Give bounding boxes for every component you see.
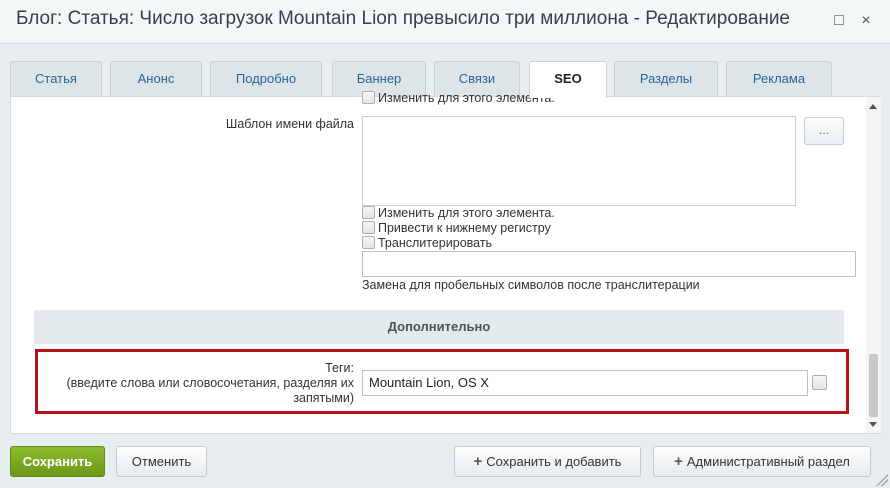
browse-button[interactable]: ... (804, 117, 844, 145)
save-button[interactable]: Сохранить (10, 446, 105, 477)
checkbox-icon[interactable] (362, 236, 375, 249)
resize-grip-icon[interactable] (876, 474, 888, 486)
checkbox-icon[interactable] (362, 206, 375, 219)
file-name-template-label: Шаблон имени файла (225, 117, 354, 131)
tab-details[interactable]: Подробно (210, 61, 322, 97)
tab-announce[interactable]: Анонс (110, 61, 202, 97)
plus-icon: + (674, 453, 683, 470)
tab-sections[interactable]: Разделы (614, 61, 718, 97)
tags-checkbox[interactable] (812, 375, 827, 390)
checkbox-icon[interactable] (362, 91, 375, 104)
file-name-template-textarea[interactable] (362, 116, 796, 206)
checkbox-label: Транслитерировать (378, 236, 493, 250)
space-replacement-input[interactable] (362, 251, 856, 277)
checkbox-label: Привести к нижнему регистру (378, 221, 551, 235)
scroll-thumb[interactable] (869, 354, 878, 417)
plus-icon: + (473, 453, 483, 470)
cancel-button[interactable]: Отменить (116, 446, 207, 477)
checkbox-row-transliterate[interactable]: Транслитерировать (362, 236, 492, 250)
scrollbar[interactable] (866, 97, 881, 433)
tab-seo[interactable]: SEO (529, 61, 607, 98)
scroll-up-icon[interactable] (869, 104, 877, 109)
admin-section-button[interactable]: + Административный раздел (653, 446, 871, 477)
scroll-down-icon[interactable] (869, 422, 877, 427)
checkbox-row-change-element[interactable]: Изменить для этого элемента. (362, 206, 555, 220)
window-titlebar: Блог: Статья: Число загрузок Mountain Li… (0, 0, 890, 44)
checkbox-row-partial[interactable]: Изменить для этого элемента. (362, 91, 555, 105)
tags-label-title: Теги: (325, 361, 354, 375)
maximize-icon[interactable]: □ (828, 10, 850, 32)
section-header-additional: Дополнительно (34, 310, 844, 344)
window-title: Блог: Статья: Число загрузок Mountain Li… (16, 8, 790, 29)
admin-section-label: Административный раздел (686, 454, 850, 469)
save-and-add-label: Сохранить и добавить (486, 454, 622, 469)
checkbox-icon[interactable] (362, 221, 375, 234)
save-and-add-button[interactable]: + Сохранить и добавить (454, 446, 641, 477)
tab-article[interactable]: Статья (10, 61, 102, 97)
tags-label: Теги: (введите слова или словосочетания,… (31, 361, 355, 406)
seo-panel: Изменить для этого элемента. Шаблон имен… (10, 91, 881, 434)
checkbox-label: Изменить для этого элемента. (378, 206, 555, 220)
close-icon[interactable]: × (855, 10, 877, 32)
tab-ads[interactable]: Реклама (726, 61, 832, 97)
space-replacement-hint: Замена для пробельных символов после тра… (362, 278, 700, 292)
tags-input[interactable]: Mountain Lion, OS X (362, 370, 808, 396)
checkbox-row-lowercase[interactable]: Привести к нижнему регистру (362, 221, 551, 235)
tags-label-hint-end: запятыми) (293, 391, 354, 405)
tags-label-hint: (введите слова или словосочетания, разде… (66, 376, 355, 390)
